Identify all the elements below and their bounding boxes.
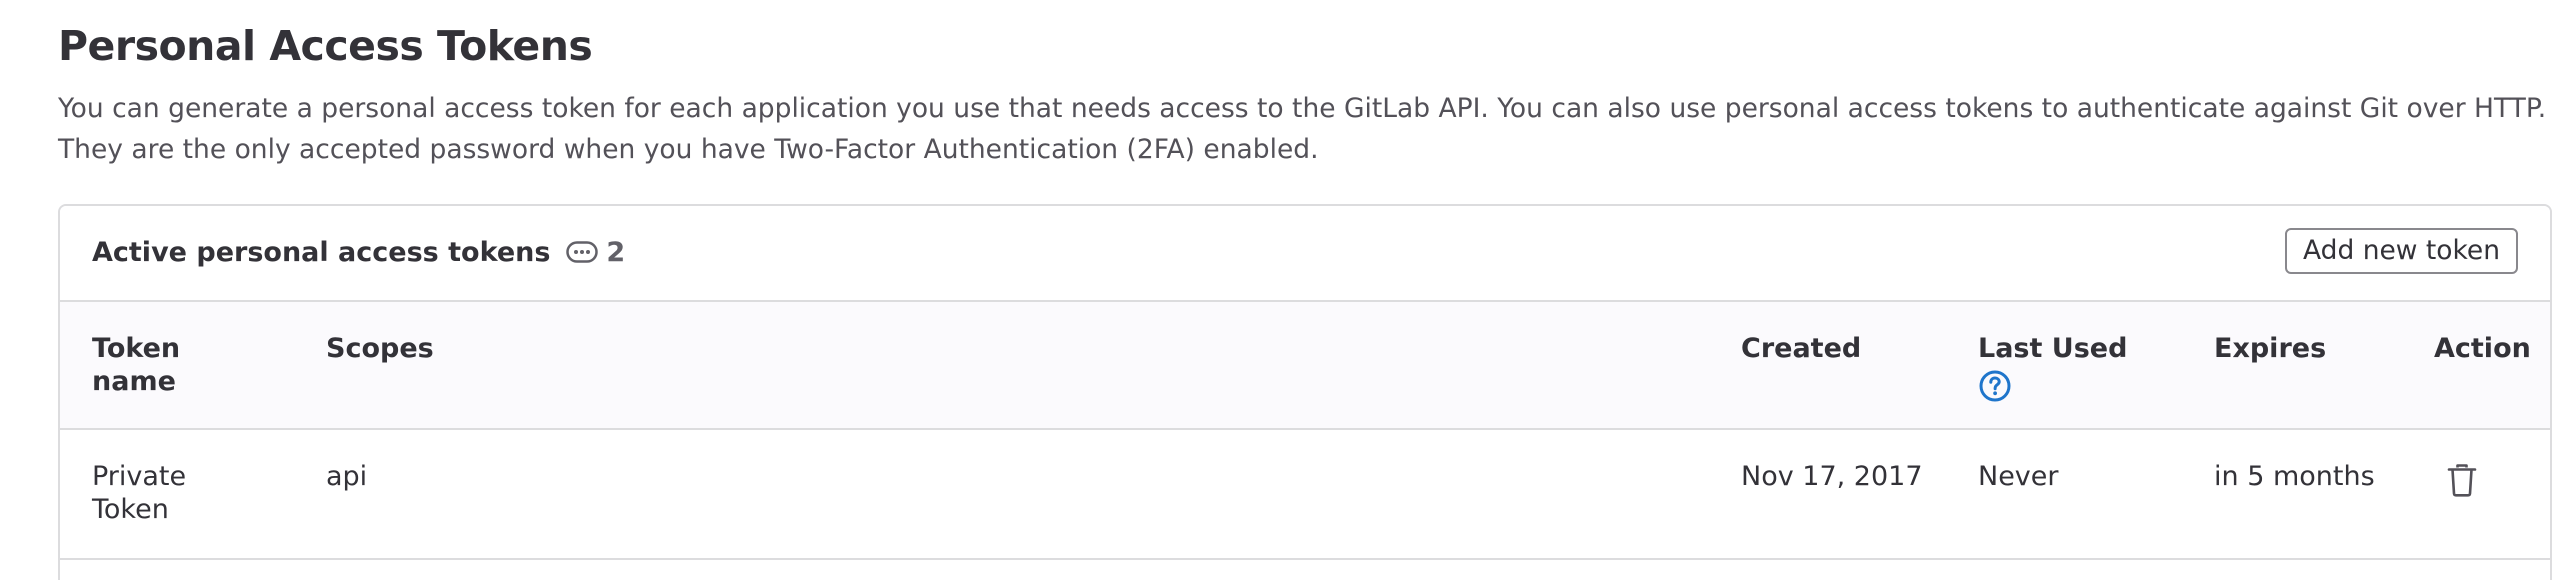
- active-tokens-card: Active personal access tokens 2 Add new …: [58, 204, 2552, 580]
- question-circle-icon[interactable]: [1978, 369, 2012, 403]
- token-scopes-cell: api: [326, 461, 368, 492]
- page-container: Personal Access Tokens You can generate …: [0, 0, 2560, 580]
- table-header: Token name Scopes Created Last Used Expi…: [60, 302, 2550, 430]
- column-header-action: Action: [2434, 333, 2531, 364]
- column-header-last-used: Last Used: [1978, 332, 2127, 403]
- token-name-cell: Private Token: [92, 461, 187, 525]
- column-header-created: Created: [1741, 333, 1862, 364]
- token-count-badge: 2: [566, 237, 625, 268]
- token-icon: [566, 241, 599, 263]
- page-description-line-2: They are the only accepted password when…: [58, 134, 1319, 165]
- card-title-text: Active personal access tokens: [92, 236, 551, 268]
- token-expires-cell: in 5 months: [2214, 461, 2375, 492]
- revoke-token-button[interactable]: [2442, 460, 2482, 500]
- column-header-token-name: Token name: [92, 333, 181, 397]
- column-header-last-used-label: Last Used: [1978, 333, 2128, 364]
- table-row: Private Token api Nov 17, 2017 Never in …: [60, 430, 2550, 560]
- add-new-token-button[interactable]: Add new token: [2284, 228, 2518, 274]
- page-description: You can generate a personal access token…: [58, 88, 2558, 170]
- card-header: Active personal access tokens 2 Add new …: [60, 206, 2550, 302]
- column-header-scopes: Scopes: [326, 333, 434, 364]
- card-title: Active personal access tokens 2: [92, 230, 625, 274]
- column-header-expires: Expires: [2214, 333, 2327, 364]
- page-title: Personal Access Tokens: [58, 22, 593, 70]
- token-count: 2: [606, 236, 626, 268]
- token-last-used-cell: Never: [1978, 461, 2059, 492]
- page-description-line-1: You can generate a personal access token…: [58, 93, 2547, 124]
- trash-icon: [2447, 464, 2477, 497]
- token-created-cell: Nov 17, 2017: [1741, 461, 1923, 492]
